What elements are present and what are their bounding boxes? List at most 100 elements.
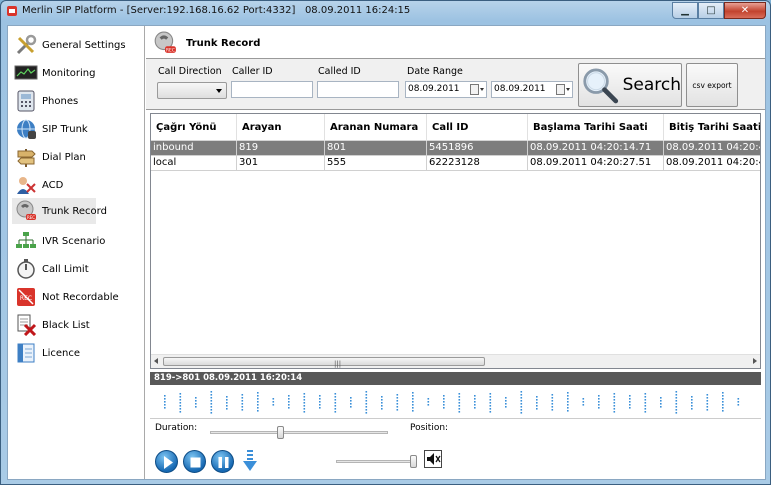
waveform-dot: [675, 400, 678, 402]
title-bar[interactable]: Merlin SIP Platform - [Server:192.168.16…: [1, 1, 770, 21]
sidebar-item-monitoring[interactable]: Monitoring: [12, 60, 137, 86]
sidebar-item-not-recordable[interactable]: REC Not Recordable: [12, 284, 137, 310]
sidebar-item-dial-plan[interactable]: Dial Plan: [12, 144, 137, 170]
waveform-dot: [520, 397, 523, 399]
scrollbar-thumb[interactable]: |||: [163, 357, 485, 368]
waveform-dot: [164, 398, 166, 400]
waveform-dot: [474, 407, 476, 409]
waveform-dot: [536, 402, 538, 404]
sidebar-item-phones[interactable]: Phones: [12, 88, 137, 114]
waveform-dot: [567, 404, 569, 406]
waveform-dot: [365, 397, 368, 399]
column-header[interactable]: Çağrı Yönü: [151, 114, 237, 141]
search-button[interactable]: Search: [578, 63, 682, 107]
volume-slider[interactable]: [336, 460, 416, 463]
sidebar-item-sip-trunk[interactable]: SIP Trunk: [12, 116, 137, 142]
waveform-dot: [350, 400, 352, 402]
sidebar-item-acd[interactable]: ACD: [12, 172, 137, 198]
waveform-dot: [164, 407, 166, 409]
waveform-dot: [551, 394, 554, 396]
waveform-dot: [179, 408, 182, 410]
caller-id-input[interactable]: [231, 81, 313, 98]
waveform-dot: [195, 400, 197, 402]
filter-bar: Call Direction Caller ID Called ID Date …: [146, 59, 765, 110]
waveform-dot: [536, 399, 538, 401]
pause-button[interactable]: [211, 450, 234, 473]
called-id-input[interactable]: [317, 81, 399, 98]
column-header[interactable]: Aranan Numara: [325, 114, 427, 141]
called-id-label: Called ID: [318, 66, 361, 77]
waveform[interactable]: [150, 385, 761, 419]
waveform-dot: [365, 412, 368, 414]
waveform-dot: [195, 403, 197, 405]
table-cell: 08.09.2011 04:20:45.: [664, 156, 760, 171]
column-header[interactable]: Arayan: [237, 114, 325, 141]
waveform-dot: [458, 396, 461, 398]
svg-text:REC: REC: [27, 215, 35, 220]
waveform-dot: [179, 393, 182, 395]
waveform-dot: [722, 395, 724, 397]
minimize-button[interactable]: ▁: [672, 2, 698, 19]
play-icon: [164, 456, 173, 469]
column-header[interactable]: Bitiş Tarihi Saati: [664, 114, 760, 141]
waveform-dot: [644, 393, 647, 395]
acd-icon: [14, 174, 38, 196]
waveform-dot: [505, 406, 507, 408]
call-direction-select[interactable]: [157, 82, 227, 99]
duration-slider-thumb[interactable]: [277, 426, 285, 439]
waveform-dot: [536, 396, 538, 398]
volume-slider-thumb[interactable]: [409, 455, 417, 468]
date-to-picker[interactable]: 08.09.2011: [491, 81, 573, 98]
waveform-dot: [722, 410, 724, 412]
ivr-icon: [14, 230, 38, 252]
waveform-dot: [179, 396, 182, 398]
sidebar-item-ivr-scenario[interactable]: IVR Scenario: [12, 228, 137, 254]
waveform-dot: [613, 399, 616, 401]
sidebar-item-general-settings[interactable]: General Settings: [12, 32, 137, 58]
waveform-dot: [365, 409, 368, 411]
call-direction-label: Call Direction: [158, 66, 222, 77]
waveform-dot: [210, 409, 213, 411]
phone-icon: [14, 90, 38, 112]
waveform-dot: [334, 396, 337, 398]
volume-button[interactable]: [424, 450, 442, 468]
waveform-dot: [675, 403, 678, 405]
scroll-right-icon[interactable]: [753, 358, 757, 364]
waveform-dot: [396, 397, 399, 399]
waveform-dot: [644, 408, 647, 410]
sidebar-item-black-list[interactable]: Black List: [12, 312, 137, 338]
waveform-dot: [257, 404, 259, 406]
table-row[interactable]: inbound 819 801 5451896 08.09.2011 04:20…: [151, 141, 760, 156]
waveform-dot: [567, 407, 569, 409]
waveform-dot: [520, 412, 523, 414]
csv-export-button[interactable]: csv export: [686, 63, 738, 107]
close-button[interactable]: ✕: [724, 2, 766, 19]
waveform-dot: [226, 399, 228, 401]
trunk-record-icon: REC: [14, 200, 38, 222]
maximize-button[interactable]: □: [698, 2, 724, 19]
table-row[interactable]: local 301 555 62223128 08.09.2011 04:20:…: [151, 156, 760, 171]
column-header[interactable]: Call ID: [427, 114, 528, 141]
track-title: 819->801 08.09.2011 16:20:14: [150, 372, 761, 385]
waveform-dot: [412, 401, 414, 403]
waveform-dot: [675, 409, 678, 411]
scroll-left-icon[interactable]: [154, 358, 158, 364]
calendar-icon[interactable]: [556, 84, 570, 95]
date-from-picker[interactable]: 08.09.2011: [405, 81, 487, 98]
waveform-dot: [381, 396, 383, 398]
waveform-dot: [520, 409, 523, 411]
waveform-dot: [489, 393, 492, 395]
download-icon[interactable]: [241, 449, 259, 473]
duration-slider[interactable]: [210, 431, 388, 434]
horizontal-scrollbar[interactable]: |||: [151, 354, 760, 368]
stop-button[interactable]: [183, 450, 206, 473]
sidebar-item-trunk-record[interactable]: REC Trunk Record: [12, 198, 107, 224]
waveform-dot: [691, 399, 693, 401]
calendar-icon[interactable]: [470, 84, 484, 95]
sidebar-item-licence[interactable]: Licence: [12, 340, 137, 366]
waveform-dot: [319, 407, 321, 409]
sidebar-item-call-limit[interactable]: Call Limit: [12, 256, 137, 282]
waveform-dot: [303, 411, 306, 413]
column-header[interactable]: Başlama Tarihi Saati: [528, 114, 664, 141]
play-button[interactable]: [155, 450, 178, 473]
